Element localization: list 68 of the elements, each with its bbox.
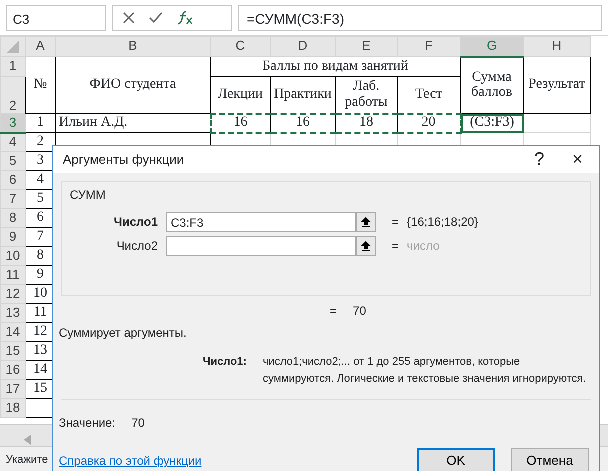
row-header[interactable]: 18 bbox=[0, 398, 26, 418]
equals-sign: = bbox=[330, 303, 338, 320]
row-header[interactable]: 16 bbox=[0, 360, 26, 380]
dialog-title: Аргументы функции bbox=[63, 150, 186, 169]
row-header[interactable]: 1 bbox=[0, 56, 26, 76]
upload-icon bbox=[361, 217, 371, 228]
help-link[interactable]: Справка по этой функции bbox=[59, 452, 401, 470]
cancel-icon[interactable] bbox=[123, 12, 135, 24]
row-header[interactable]: 7 bbox=[0, 190, 26, 208]
row-header[interactable]: 9 bbox=[0, 228, 26, 246]
column-header[interactable]: G bbox=[460, 36, 524, 56]
collapse-button[interactable] bbox=[356, 236, 376, 256]
value-text: 70 bbox=[132, 415, 145, 432]
row-header[interactable]: 10 bbox=[0, 246, 26, 266]
argument-label: Число1 bbox=[113, 214, 158, 231]
row-header[interactable]: 11 bbox=[0, 266, 26, 284]
row-header[interactable]: 8 bbox=[0, 208, 26, 228]
argument-field[interactable] bbox=[166, 236, 356, 256]
table-cell: 20 bbox=[398, 114, 460, 132]
table-cell: Ильин А.Д. bbox=[56, 114, 210, 132]
column-header[interactable]: H bbox=[524, 36, 590, 56]
row-header[interactable]: 6 bbox=[0, 170, 26, 190]
dialog-button[interactable]: Отмена bbox=[511, 448, 589, 471]
argument-result: число bbox=[407, 238, 440, 255]
equals-sign: = bbox=[392, 214, 400, 231]
row-header[interactable]: 5 bbox=[0, 152, 26, 170]
argument-label: Число2 bbox=[116, 238, 158, 255]
column-header[interactable]: E bbox=[336, 36, 398, 56]
table-cell: Баллы по видам занятий bbox=[210, 56, 460, 76]
function-name: СУММ bbox=[70, 187, 107, 204]
table-cell: (C3:F3) bbox=[460, 114, 524, 132]
status-text: Укажите bbox=[6, 454, 48, 466]
table-cell: 16 bbox=[270, 114, 336, 132]
table-cell: 1 bbox=[26, 114, 56, 132]
collapse-button[interactable] bbox=[356, 212, 376, 232]
argument-result: {16;16;18;20} bbox=[407, 214, 478, 231]
row-header[interactable]: 12 bbox=[0, 284, 26, 304]
row-header[interactable]: 14 bbox=[0, 322, 26, 342]
column-header[interactable]: B bbox=[56, 36, 210, 56]
equals-sign: = bbox=[392, 238, 400, 255]
row-header[interactable]: 15 bbox=[0, 342, 26, 360]
close-button[interactable]: × bbox=[566, 146, 589, 173]
upload-icon bbox=[361, 241, 371, 252]
argument-help-label: Число1: bbox=[203, 355, 247, 370]
column-header[interactable]: C bbox=[210, 36, 270, 56]
table-cell: Сумма баллов bbox=[460, 56, 524, 114]
dialog-button[interactable]: OK bbox=[417, 448, 495, 471]
row-header[interactable]: 13 bbox=[0, 304, 26, 322]
table-cell: 16 bbox=[210, 114, 270, 132]
help-button[interactable]: ? bbox=[528, 146, 550, 173]
value-label: Значение: bbox=[59, 415, 116, 432]
insert-function-icon[interactable] bbox=[177, 10, 193, 24]
argument-field[interactable]: C3:F3 bbox=[166, 212, 356, 232]
name-box[interactable]: C3 bbox=[6, 4, 106, 30]
column-header[interactable]: D bbox=[270, 36, 336, 56]
row-header[interactable]: 2 bbox=[0, 76, 26, 114]
table-cell: ФИО студента bbox=[56, 56, 210, 114]
function-description: Суммирует аргументы. bbox=[59, 326, 187, 340]
column-header[interactable]: F bbox=[398, 36, 460, 56]
check-icon[interactable] bbox=[149, 12, 163, 24]
table-cell: 18 bbox=[336, 114, 398, 132]
row-header[interactable]: 17 bbox=[0, 380, 26, 398]
formula-field[interactable]: =СУММ(C3:F3) bbox=[238, 4, 602, 30]
row-header[interactable]: 3 bbox=[0, 114, 26, 132]
formula-result: 70 bbox=[353, 303, 366, 320]
column-header[interactable]: A bbox=[26, 36, 56, 56]
table-cell: Результат bbox=[524, 56, 590, 114]
argument-help-text: число1;число2;... от 1 до 255 аргументов, которые суммируются. Логические и текстовые значения игнорируются. bbox=[262, 355, 588, 386]
